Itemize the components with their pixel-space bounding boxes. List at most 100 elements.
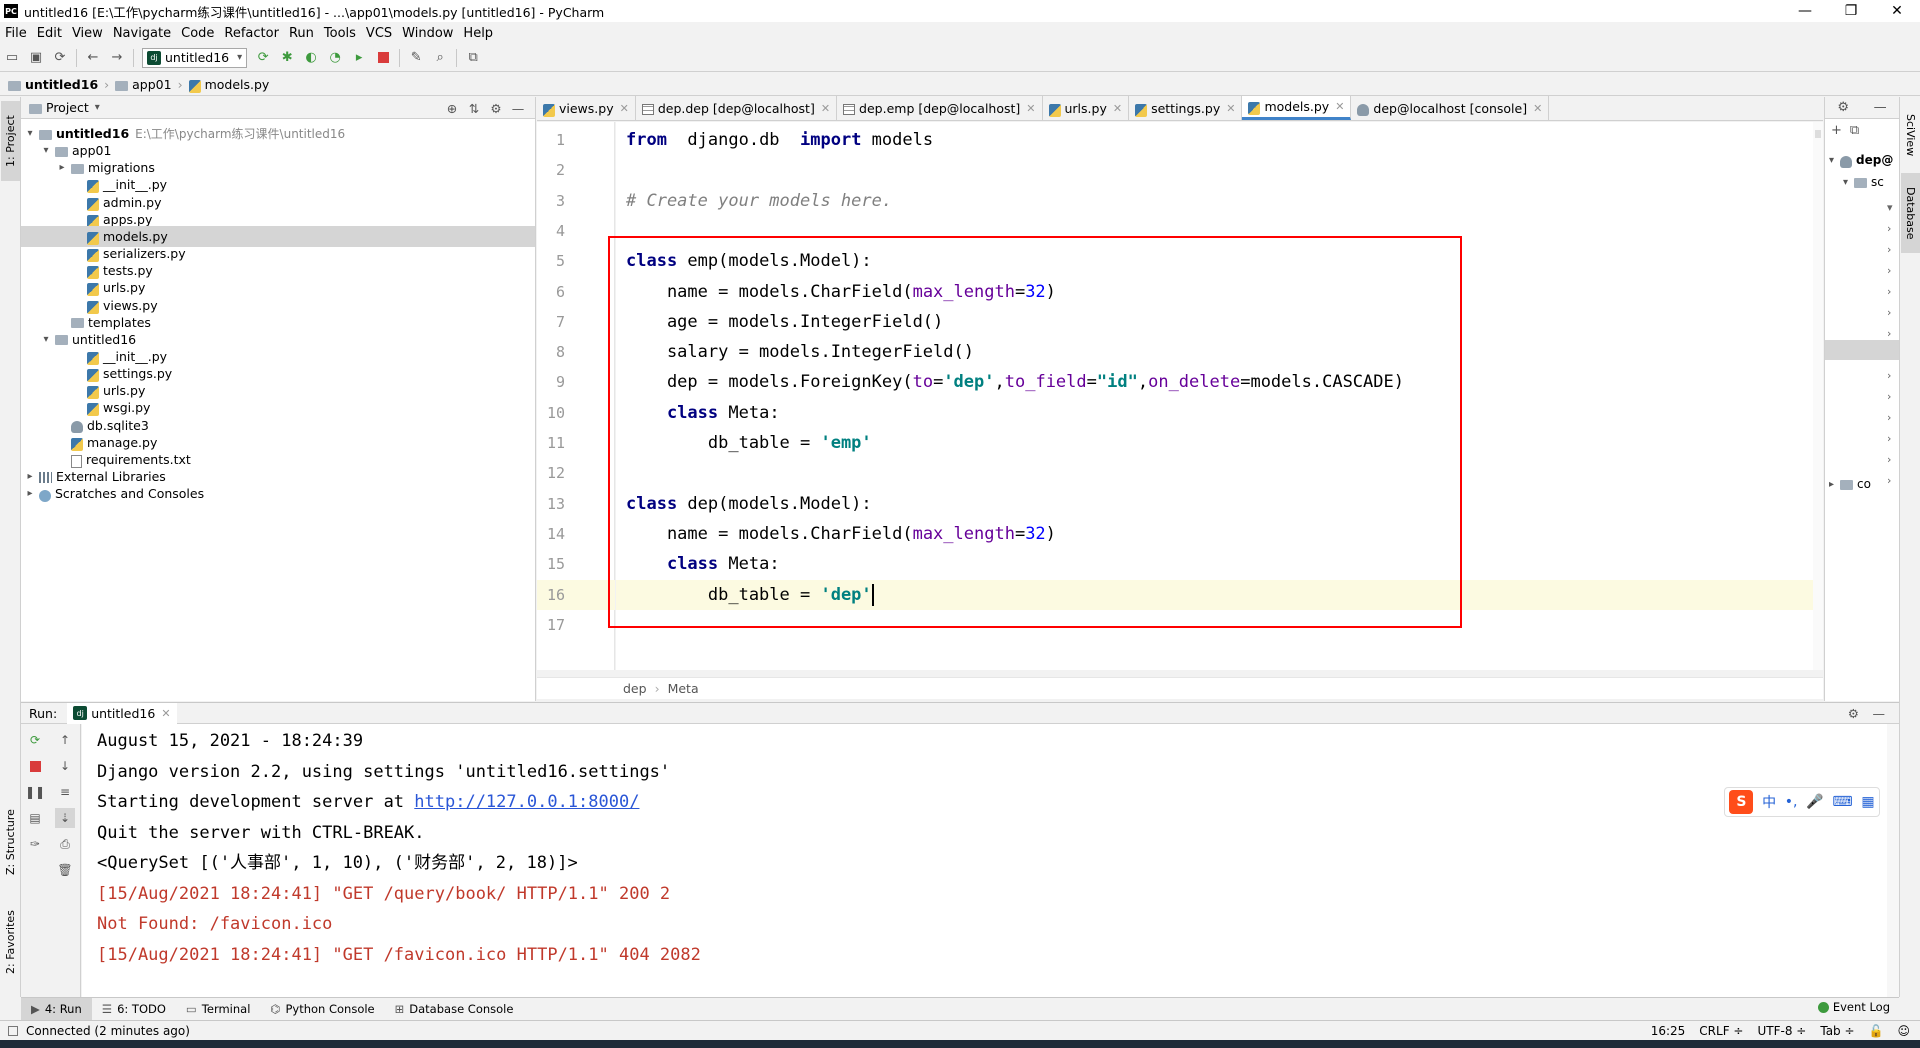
- server-url-link[interactable]: http://127.0.0.1:8000/: [414, 792, 639, 812]
- breadcrumb-class-meta[interactable]: Meta: [668, 681, 699, 696]
- run-tab[interactable]: dj untitled16 ✕: [67, 702, 177, 724]
- scroll-down-icon[interactable]: ↓: [55, 756, 75, 776]
- editor-tab[interactable]: urls.py ✕: [1043, 96, 1130, 120]
- db-schema-item[interactable]: sc: [1871, 175, 1884, 189]
- menu-edit[interactable]: Edit: [32, 26, 67, 41]
- editor-tab[interactable]: views.py ✕: [537, 96, 636, 120]
- trash-icon[interactable]: 🗑: [55, 860, 75, 880]
- bottom-tab[interactable]: ☰ 6: TODO: [92, 998, 176, 1021]
- expand-chevron-icon[interactable]: ▾: [39, 145, 53, 156]
- event-log-tab[interactable]: Event Log: [1817, 1000, 1890, 1014]
- search-icon[interactable]: ⌕: [428, 46, 452, 70]
- database-tool-tab[interactable]: Database: [1901, 173, 1920, 253]
- menu-window[interactable]: Window: [397, 26, 458, 41]
- layout-icon[interactable]: ▤: [25, 808, 45, 828]
- ime-chinese-toggle[interactable]: 中: [1762, 792, 1776, 812]
- debug-icon[interactable]: ✱: [275, 46, 299, 70]
- save-icon[interactable]: ▣: [24, 46, 48, 70]
- stop-icon[interactable]: [25, 756, 45, 776]
- rerun-icon[interactable]: ⟳: [25, 730, 45, 750]
- close-icon[interactable]: ✕: [1335, 100, 1344, 113]
- run-tests-icon[interactable]: ▸: [347, 46, 371, 70]
- nav-crumb-project[interactable]: untitled16: [8, 77, 98, 92]
- gear-icon[interactable]: ⚙: [485, 101, 507, 116]
- bottom-tab[interactable]: ⊞ Database Console: [385, 998, 524, 1021]
- stop-icon[interactable]: [371, 46, 395, 70]
- project-tool-tab[interactable]: 1: Project: [1, 101, 20, 181]
- grid-icon[interactable]: ▦: [1861, 794, 1874, 810]
- coverage-icon[interactable]: ◐: [299, 46, 323, 70]
- locate-icon[interactable]: ⊕: [441, 101, 463, 116]
- menu-refactor[interactable]: Refactor: [219, 26, 284, 41]
- close-icon[interactable]: ✕: [821, 102, 830, 115]
- sync-icon[interactable]: ⟳: [48, 46, 72, 70]
- favorites-tool-tab[interactable]: 2: Favorites: [1, 897, 20, 987]
- editor-scrollbar[interactable]: [1813, 122, 1823, 670]
- editor-tab[interactable]: dep.emp [dep@localhost] ✕: [837, 96, 1043, 120]
- expand-chevron-icon[interactable]: ▾: [23, 128, 37, 139]
- add-icon[interactable]: +: [1831, 123, 1842, 138]
- menu-navigate[interactable]: Navigate: [108, 26, 176, 41]
- scroll-up-icon[interactable]: ↑: [55, 730, 75, 750]
- scroll-to-end-icon[interactable]: ⇣: [55, 808, 75, 828]
- expand-chevron-icon[interactable]: ▸: [23, 471, 37, 482]
- breadcrumb-class-dep[interactable]: dep: [623, 681, 647, 696]
- microphone-icon[interactable]: 🎤: [1806, 794, 1823, 810]
- nav-crumb-file[interactable]: models.py: [188, 77, 269, 93]
- sciview-tool-tab[interactable]: SciView: [1901, 103, 1920, 167]
- ime-toolbar[interactable]: S 中 •, 🎤 ⌨ ▦: [1724, 787, 1880, 817]
- nav-crumb-app01[interactable]: app01: [115, 77, 172, 92]
- menu-help[interactable]: Help: [458, 26, 498, 41]
- expand-chevron-icon[interactable]: ▾: [39, 334, 53, 345]
- collapse-icon[interactable]: ⇅: [463, 101, 485, 116]
- project-view-selector[interactable]: Project: [46, 100, 89, 115]
- expand-chevron-icon[interactable]: ▸: [23, 488, 37, 499]
- close-icon[interactable]: ✕: [620, 102, 629, 115]
- back-icon[interactable]: ←: [81, 46, 105, 70]
- keyboard-icon[interactable]: ⌨: [1832, 794, 1852, 810]
- editor-tab[interactable]: models.py ✕: [1242, 96, 1352, 120]
- pin-icon[interactable]: ✑: [25, 834, 45, 854]
- bottom-tab[interactable]: ⌬ Python Console: [260, 998, 384, 1021]
- close-icon[interactable]: ✕: [1533, 102, 1542, 115]
- rerun-icon[interactable]: ⟳: [251, 46, 275, 70]
- menu-file[interactable]: File: [0, 26, 32, 41]
- restore-button[interactable]: ❐: [1828, 0, 1874, 22]
- menu-vcs[interactable]: VCS: [361, 26, 397, 41]
- close-icon[interactable]: ✕: [1226, 102, 1235, 115]
- minimize-button[interactable]: —: [1782, 0, 1828, 22]
- copy-icon[interactable]: ⧉: [1850, 123, 1859, 138]
- structure-tool-tab[interactable]: Z: Structure: [1, 797, 20, 887]
- hide-icon[interactable]: —: [1874, 100, 1887, 115]
- ime-punct-toggle[interactable]: •,: [1785, 794, 1798, 810]
- run-config-dropdown[interactable]: dj untitled16 ▾: [142, 47, 248, 68]
- close-icon[interactable]: ✕: [1113, 102, 1122, 115]
- db-connection-item[interactable]: dep@: [1856, 153, 1893, 167]
- file-encoding[interactable]: UTF-8 ÷: [1757, 1024, 1806, 1038]
- bottom-tab[interactable]: ▶ 4: Run: [21, 997, 92, 1021]
- indent-setting[interactable]: Tab ÷: [1820, 1024, 1854, 1038]
- gear-icon[interactable]: ⚙: [1837, 100, 1849, 115]
- menu-tools[interactable]: Tools: [319, 26, 361, 41]
- wrench-icon[interactable]: ✎: [404, 46, 428, 70]
- menu-view[interactable]: View: [67, 26, 108, 41]
- close-button[interactable]: ✕: [1874, 0, 1920, 22]
- gear-icon[interactable]: ⚙: [1848, 706, 1859, 721]
- expand-chevron-icon[interactable]: ▸: [55, 162, 69, 173]
- code-editor[interactable]: from django.db import models # Create you…: [616, 122, 1823, 670]
- editor-tab[interactable]: settings.py ✕: [1129, 96, 1243, 120]
- soft-wrap-icon[interactable]: ≡: [55, 782, 75, 802]
- close-icon[interactable]: ✕: [161, 707, 170, 720]
- print-icon[interactable]: ⎙: [55, 834, 75, 854]
- panel-toggle-icon[interactable]: [8, 1025, 18, 1036]
- editor-tab[interactable]: dep.dep [dep@localhost] ✕: [636, 96, 838, 120]
- chevron-down-icon[interactable]: ▾: [95, 102, 100, 113]
- vcs-icon[interactable]: ⧉: [461, 46, 485, 70]
- run-console-output[interactable]: August 15, 2021 - 18:24:39 Django version…: [82, 724, 1899, 997]
- menu-code[interactable]: Code: [176, 26, 219, 41]
- tree-item[interactable]: ▸ Scratches and Consoles: [21, 483, 535, 504]
- hide-icon[interactable]: —: [1873, 706, 1886, 721]
- forward-icon[interactable]: →: [105, 46, 129, 70]
- open-folder-icon[interactable]: ▭: [0, 46, 24, 70]
- inspector-icon[interactable]: ☺: [1897, 1024, 1910, 1038]
